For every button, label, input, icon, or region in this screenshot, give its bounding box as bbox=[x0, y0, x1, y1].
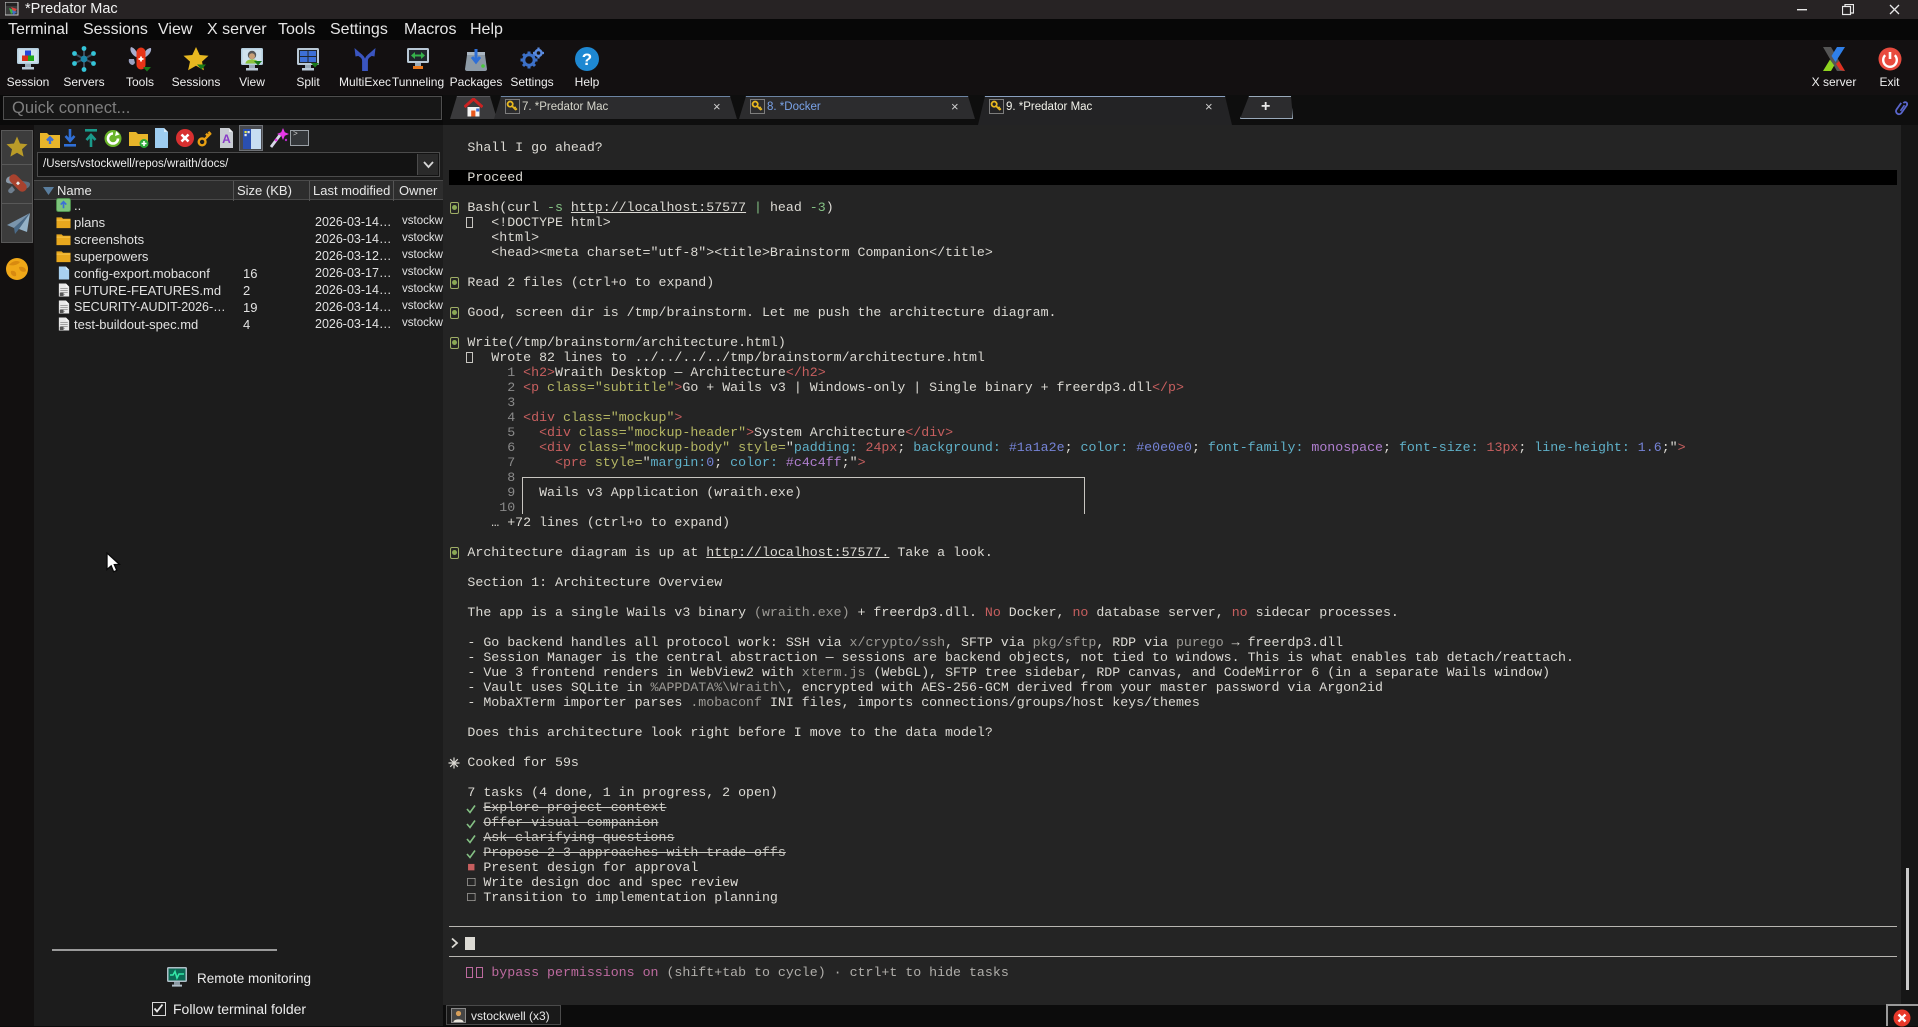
svg-text:A: A bbox=[222, 132, 231, 146]
svg-text:?: ? bbox=[582, 50, 592, 69]
